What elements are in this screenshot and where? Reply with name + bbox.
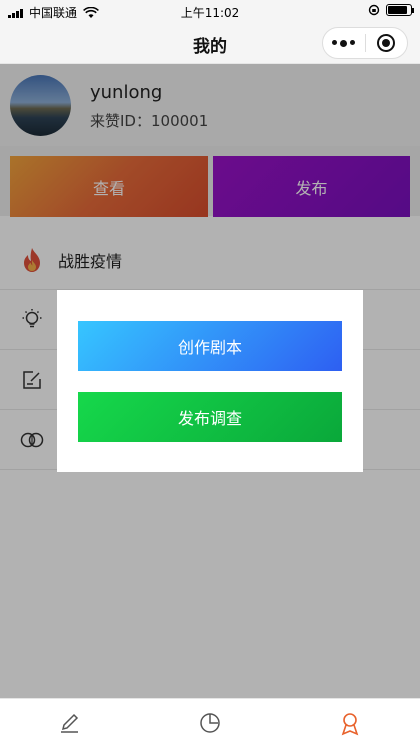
user-badge-icon [341, 713, 359, 736]
battery-icon [386, 4, 414, 16]
pen-icon [61, 713, 79, 733]
publish-survey-button[interactable]: 发布调查 [78, 392, 342, 442]
status-right [368, 4, 414, 16]
more-button[interactable] [323, 28, 365, 58]
tab-profile[interactable] [280, 699, 420, 747]
target-icon [377, 34, 396, 52]
tab-bar [0, 698, 420, 747]
more-dots-icon [332, 39, 356, 47]
create-script-button[interactable]: 创作剧本 [78, 321, 342, 371]
clock-icon [200, 713, 220, 733]
nav-bar: 我的 [0, 22, 420, 64]
close-miniprogram-button[interactable] [366, 28, 408, 58]
status-time: 上午11:02 [180, 6, 240, 20]
status-bar: 中国联通 上午11:02 [0, 0, 420, 22]
tab-stats[interactable] [140, 699, 280, 747]
tab-write[interactable] [0, 699, 140, 747]
rotation-lock-icon [368, 4, 380, 16]
miniprogram-capsule [322, 27, 408, 59]
create-modal: 创作剧本 发布调查 [57, 290, 363, 472]
